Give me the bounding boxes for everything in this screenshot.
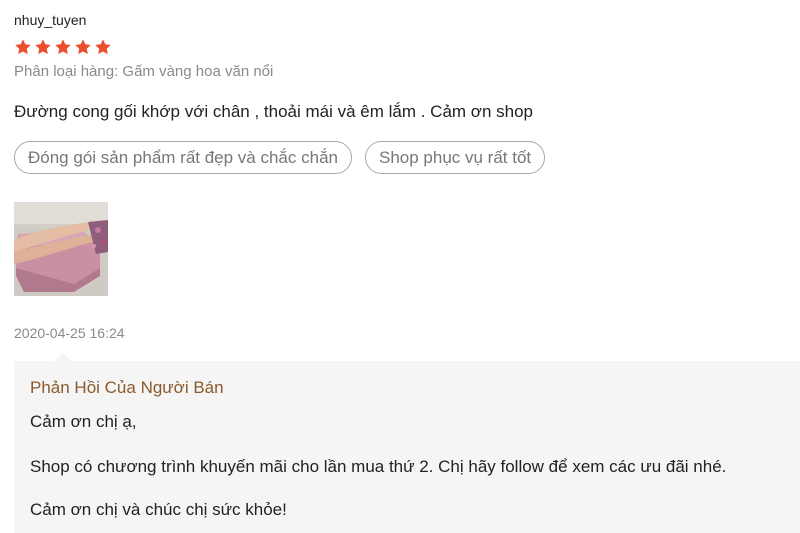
- review-tags: Đóng gói sản phẩm rất đẹp và chắc chắn S…: [14, 141, 546, 174]
- star-icon: [34, 38, 52, 56]
- star-icon: [74, 38, 92, 56]
- seller-reply: Phản Hồi Của Người Bán Cảm ơn chị ạ, Sho…: [14, 353, 800, 533]
- product-variation: Phân loại hàng: Gấm vàng hoa văn nổi: [14, 63, 274, 80]
- star-rating: [14, 38, 114, 56]
- star-icon: [94, 38, 112, 56]
- seller-reply-line: Shop có chương trình khuyến mãi cho lần …: [30, 457, 727, 476]
- seller-reply-line: Cảm ơn chị ạ,: [30, 412, 137, 431]
- review-tag[interactable]: Shop phục vụ rất tốt: [364, 141, 546, 174]
- star-icon: [14, 38, 32, 56]
- seller-reply-title: Phản Hồi Của Người Bán: [30, 378, 224, 397]
- review-tag[interactable]: Đóng gói sản phẩm rất đẹp và chắc chắn: [14, 141, 352, 174]
- review-timestamp: 2020-04-25 16:24: [14, 325, 125, 341]
- review-photo-thumbnail[interactable]: [14, 202, 108, 296]
- reply-notch: [54, 353, 72, 361]
- reviewer-username: nhuy_tuyen: [14, 12, 87, 28]
- product-review: nhuy_tuyen Phân loại hàng: Gấm vàng hoa …: [14, 0, 800, 533]
- star-icon: [54, 38, 72, 56]
- review-text: Đường cong gối khớp với chân , thoải mái…: [14, 102, 533, 121]
- seller-reply-line: Cảm ơn chị và chúc chị sức khỏe!: [30, 500, 287, 519]
